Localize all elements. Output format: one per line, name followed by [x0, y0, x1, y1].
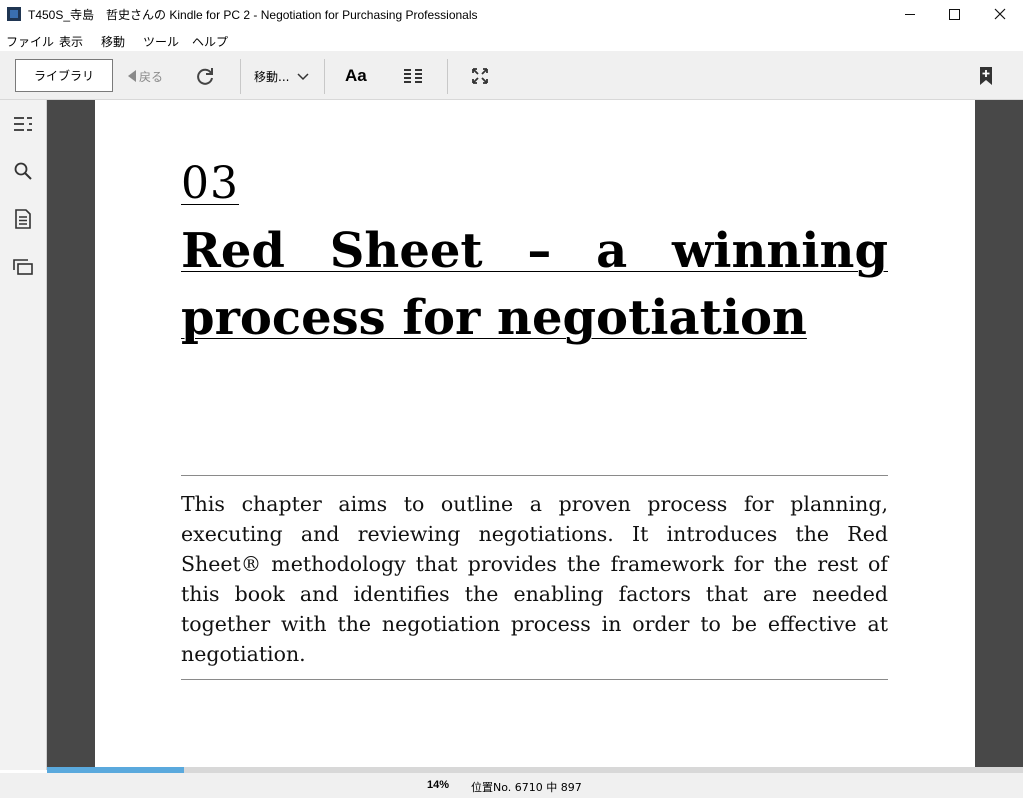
- fullscreen-icon: [472, 68, 488, 84]
- chevron-down-icon: [297, 73, 309, 81]
- toolbar-separator: [447, 59, 448, 94]
- back-button[interactable]: 戻る: [128, 68, 163, 85]
- close-button[interactable]: [977, 0, 1022, 28]
- goto-button[interactable]: 移動...: [254, 68, 309, 85]
- chapter-abstract: This chapter aims to outline a proven pr…: [181, 492, 888, 666]
- chapter-title: Red Sheet – a winning process for negoti…: [181, 223, 888, 346]
- left-sidebar: [0, 100, 47, 770]
- minimize-button[interactable]: [887, 0, 932, 28]
- fullscreen-button[interactable]: [469, 66, 491, 86]
- add-bookmark-icon: [980, 67, 992, 85]
- columns-button[interactable]: [402, 66, 424, 86]
- menu-bar: ファイル 表示 移動 ツール ヘルプ: [0, 30, 1023, 50]
- divider-top: [181, 475, 888, 476]
- title-bar: T450S_寺島 哲史さんの Kindle for PC 2 - Negotia…: [0, 0, 1023, 28]
- search-button[interactable]: [12, 160, 34, 182]
- menu-tools[interactable]: ツール: [143, 33, 179, 50]
- kindle-app-icon: [7, 7, 21, 21]
- sync-button[interactable]: [194, 65, 216, 87]
- goto-label: 移動...: [254, 70, 290, 84]
- menu-go[interactable]: 移動: [101, 33, 125, 50]
- chapter-number: 03: [181, 158, 239, 209]
- font-settings-button[interactable]: Aa: [345, 66, 367, 86]
- menu-file[interactable]: ファイル: [6, 33, 54, 50]
- back-arrow-icon: [128, 70, 136, 82]
- toolbar: ライブラリ 戻る 移動... Aa: [0, 51, 1023, 100]
- maximize-button[interactable]: [932, 0, 977, 28]
- add-bookmark-button[interactable]: [977, 65, 995, 87]
- flashcards-icon: [13, 259, 33, 275]
- toolbar-separator: [240, 59, 241, 94]
- window-title: T450S_寺島 哲史さんの Kindle for PC 2 - Negotia…: [28, 8, 478, 22]
- flashcards-button[interactable]: [12, 256, 34, 278]
- close-icon: [994, 8, 1005, 20]
- search-icon: [14, 162, 32, 180]
- toolbar-separator: [324, 59, 325, 94]
- menu-help[interactable]: ヘルプ: [192, 33, 228, 50]
- menu-view[interactable]: 表示: [59, 33, 83, 50]
- toc-button[interactable]: [12, 113, 34, 135]
- divider-bottom: [181, 679, 888, 680]
- notes-button[interactable]: [12, 208, 34, 230]
- back-label: 戻る: [139, 70, 164, 84]
- library-button[interactable]: ライブラリ: [15, 59, 113, 92]
- maximize-icon: [949, 8, 960, 20]
- book-page[interactable]: 03 Red Sheet – a winning process for neg…: [95, 100, 975, 767]
- minimize-icon: [904, 13, 915, 15]
- status-bar: 14% 位置No. 6710 中 897: [0, 773, 1023, 798]
- location-label: 位置No. 6710 中 897: [471, 781, 582, 794]
- progress-percent: 14%: [427, 779, 450, 791]
- columns-icon: [404, 69, 422, 83]
- notes-icon: [15, 209, 31, 229]
- sync-icon: [197, 68, 213, 85]
- table-of-contents-icon: [14, 117, 32, 131]
